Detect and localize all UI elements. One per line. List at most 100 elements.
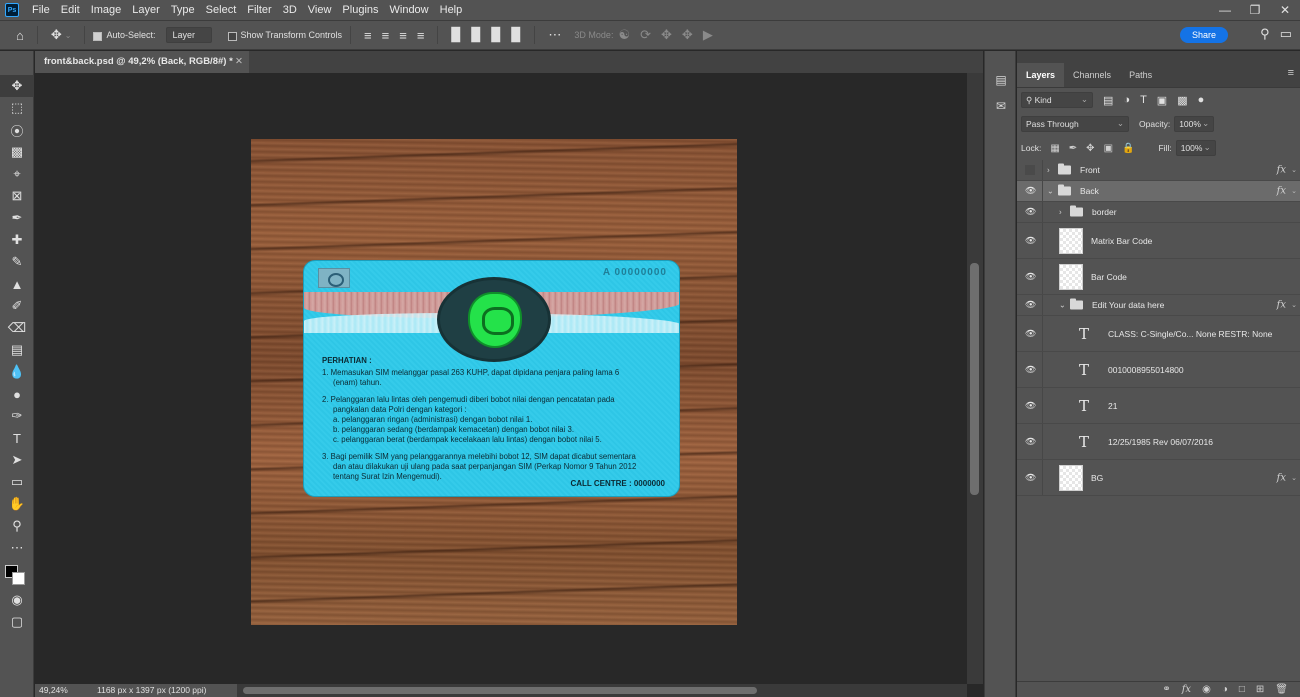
- eraser-tool-icon[interactable]: ⌫: [0, 317, 34, 339]
- lock-pixels-icon[interactable]: ✒: [1069, 143, 1077, 154]
- distribute-icon[interactable]: ≡: [417, 28, 425, 43]
- layer-row[interactable]: › Front fx ⌄: [1017, 160, 1300, 181]
- tab-paths[interactable]: Paths: [1120, 63, 1161, 87]
- visibility-eye-icon[interactable]: 👁: [1025, 207, 1036, 218]
- visibility-eye-icon[interactable]: 👁: [1025, 472, 1036, 483]
- visibility-eye-icon[interactable]: 👁: [1025, 271, 1036, 282]
- menu-window[interactable]: Window: [385, 0, 435, 20]
- lasso-tool-icon[interactable]: ⦿: [0, 119, 34, 141]
- layer-effects-icon[interactable]: fx: [1277, 300, 1286, 311]
- lock-position-icon[interactable]: ✥: [1086, 143, 1094, 154]
- horizontal-scrollbar[interactable]: [237, 684, 967, 697]
- blur-tool-icon[interactable]: 💧: [0, 361, 34, 383]
- crop-tool-icon[interactable]: ⌖: [0, 163, 34, 185]
- layer-name[interactable]: BG: [1091, 473, 1103, 483]
- marquee-tool-icon[interactable]: ⬚: [0, 97, 34, 119]
- align-right-icon[interactable]: ≡: [399, 28, 407, 43]
- align-bottom-icon[interactable]: ▉: [491, 27, 501, 43]
- layer-row[interactable]: 👁 BG fx ⌄: [1017, 460, 1300, 496]
- fx-icon[interactable]: fx: [1182, 684, 1191, 695]
- minimize-icon[interactable]: —: [1210, 0, 1240, 20]
- layer-name[interactable]: 12/25/1985 Rev 06/07/2016: [1108, 437, 1213, 447]
- visibility-eye-icon[interactable]: 👁: [1025, 400, 1036, 411]
- visibility-eye-icon[interactable]: 👁: [1025, 328, 1036, 339]
- chevron-down-icon[interactable]: ⌄: [1291, 187, 1297, 195]
- layer-effects-icon[interactable]: fx: [1277, 186, 1286, 197]
- background-color-swatch[interactable]: [12, 572, 25, 585]
- align-center-icon[interactable]: ≡: [382, 28, 390, 43]
- filter-shape-icon[interactable]: ▣: [1157, 94, 1167, 107]
- link-layers-icon[interactable]: ⚭: [1162, 684, 1170, 695]
- share-button[interactable]: Share: [1179, 27, 1228, 43]
- filter-adjustment-icon[interactable]: ◑: [1123, 94, 1130, 106]
- chevron-down-icon[interactable]: ⌄: [1291, 166, 1297, 174]
- clone-stamp-tool-icon[interactable]: ▲: [0, 273, 34, 295]
- document-tab[interactable]: front&back.psd @ 49,2% (Back, RGB/8#) * …: [35, 51, 249, 73]
- delete-layer-icon[interactable]: 🗑: [1275, 684, 1288, 695]
- menu-file[interactable]: File: [27, 0, 56, 20]
- layer-row[interactable]: 👁 ⌄ Back fx ⌄: [1017, 181, 1300, 202]
- zoom-tool-icon[interactable]: ⚲: [0, 515, 34, 537]
- layer-name[interactable]: Bar Code: [1091, 272, 1127, 282]
- quick-mask-icon[interactable]: ◉: [0, 589, 34, 611]
- layer-row[interactable]: 👁 T 21: [1017, 388, 1300, 424]
- canvas-area[interactable]: A 00000000 PERHATIAN : 1. Memasukan SIM …: [35, 73, 967, 684]
- horizontal-scroll-thumb[interactable]: [243, 687, 757, 694]
- layer-name[interactable]: Edit Your data here: [1092, 300, 1164, 310]
- lock-transparent-icon[interactable]: ▦: [1050, 143, 1059, 154]
- panel-menu-icon[interactable]: ≡: [1288, 67, 1294, 79]
- search-icon[interactable]: ⚲: [1260, 26, 1270, 42]
- layer-row[interactable]: 👁 ⌄ Edit Your data here fx ⌄: [1017, 295, 1300, 316]
- visibility-eye-icon[interactable]: 👁: [1025, 436, 1036, 447]
- filter-type-icon[interactable]: T: [1140, 94, 1147, 106]
- type-tool-icon[interactable]: T: [0, 427, 34, 449]
- more-options-icon[interactable]: ⋯: [548, 27, 561, 43]
- close-icon[interactable]: ✕: [1270, 0, 1300, 20]
- tab-channels[interactable]: Channels: [1064, 63, 1120, 87]
- layer-row[interactable]: 👁 T 12/25/1985 Rev 06/07/2016: [1017, 424, 1300, 460]
- chevron-down-icon[interactable]: ⌄: [65, 31, 72, 40]
- show-transform-checkbox[interactable]: [227, 31, 237, 41]
- layer-effects-icon[interactable]: fx: [1277, 472, 1286, 483]
- layer-name[interactable]: border: [1092, 207, 1117, 217]
- close-tab-icon[interactable]: ✕: [235, 51, 243, 73]
- chevron-down-icon[interactable]: ⌄: [1291, 301, 1297, 309]
- chevron-right-icon[interactable]: ›: [1059, 208, 1062, 217]
- visibility-eye-icon[interactable]: 👁: [1025, 186, 1036, 197]
- filter-kind-dropdown[interactable]: ⚲ Kind ⌄: [1021, 92, 1093, 108]
- align-left-icon[interactable]: ≡: [364, 28, 372, 43]
- layer-row[interactable]: 👁 Matrix Bar Code: [1017, 223, 1300, 259]
- layer-row[interactable]: 👁 › border: [1017, 202, 1300, 223]
- gradient-tool-icon[interactable]: ▤: [0, 339, 34, 361]
- frame-tool-icon[interactable]: ⊠: [0, 185, 34, 207]
- blend-mode-dropdown[interactable]: Pass Through ⌄: [1021, 116, 1129, 132]
- menu-image[interactable]: Image: [86, 0, 128, 20]
- hand-tool-icon[interactable]: ✋: [0, 493, 34, 515]
- auto-select-checkbox[interactable]: [93, 31, 103, 41]
- home-icon[interactable]: ⌂: [16, 28, 24, 43]
- filter-smart-object-icon[interactable]: ▩: [1177, 94, 1187, 107]
- menu-select[interactable]: Select: [201, 0, 243, 20]
- layer-row[interactable]: 👁 T CLASS: C-Single/Co... None RESTR: None: [1017, 316, 1300, 352]
- menu-filter[interactable]: Filter: [242, 0, 277, 20]
- rectangle-tool-icon[interactable]: ▭: [0, 471, 34, 493]
- layer-name[interactable]: Front: [1080, 165, 1100, 175]
- lock-all-icon[interactable]: 🔒: [1122, 143, 1134, 154]
- healing-brush-tool-icon[interactable]: ✚: [0, 229, 34, 251]
- move-tool-icon[interactable]: ✥: [0, 75, 34, 97]
- layer-name[interactable]: 0010008955014800: [1108, 365, 1184, 375]
- visibility-toggle[interactable]: [1025, 165, 1035, 175]
- adjustment-layer-icon[interactable]: ◑: [1222, 684, 1228, 695]
- layer-name[interactable]: 21: [1108, 401, 1117, 411]
- history-panel-icon[interactable]: ▤: [985, 67, 1017, 93]
- eyedropper-tool-icon[interactable]: ✒: [0, 207, 34, 229]
- edit-toolbar-icon[interactable]: ⋯: [0, 537, 34, 559]
- object-select-tool-icon[interactable]: ▩: [0, 141, 34, 163]
- layer-row[interactable]: 👁 Bar Code: [1017, 259, 1300, 295]
- visibility-eye-icon[interactable]: 👁: [1025, 235, 1036, 246]
- move-tool-preset-icon[interactable]: ✥: [51, 27, 62, 43]
- history-brush-tool-icon[interactable]: ✐: [0, 295, 34, 317]
- visibility-eye-icon[interactable]: 👁: [1025, 364, 1036, 375]
- tab-layers[interactable]: Layers: [1017, 63, 1065, 87]
- layer-effects-icon[interactable]: fx: [1277, 165, 1286, 176]
